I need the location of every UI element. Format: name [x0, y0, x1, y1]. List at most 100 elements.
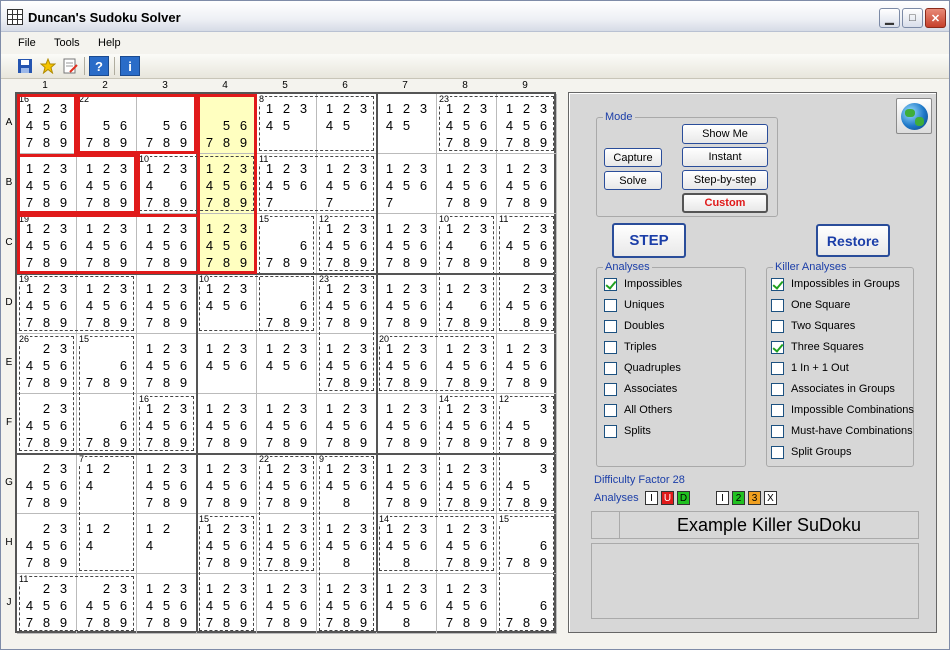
analysis-checkbox[interactable]: Impossibles	[604, 276, 682, 292]
sudoku-cell[interactable]: 123 456 789	[197, 454, 257, 514]
sudoku-cell[interactable]: 123 456 789	[137, 334, 197, 394]
sudoku-cell[interactable]: 123 456 789	[137, 214, 197, 274]
sudoku-cell[interactable]: 123 456 7	[377, 154, 437, 214]
checkbox-box[interactable]	[604, 382, 617, 396]
killer-analysis-checkbox[interactable]: Associates in Groups	[771, 381, 895, 397]
close-icon[interactable]: ✕	[925, 8, 946, 28]
analysis-checkbox[interactable]: Uniques	[604, 297, 664, 313]
menu-tools[interactable]: Tools	[54, 37, 80, 49]
sudoku-cell[interactable]: 12345	[377, 94, 437, 154]
sudoku-cell[interactable]: 123 456 789	[317, 334, 377, 394]
help-question-icon[interactable]: ?	[89, 56, 109, 76]
checkbox-box[interactable]	[604, 340, 617, 354]
sudoku-cell[interactable]: 123 456 789	[377, 454, 437, 514]
sudoku-cell[interactable]: 123 456 789	[257, 574, 317, 634]
sudoku-cell[interactable]: 123 456 789	[197, 394, 257, 454]
killer-analysis-checkbox[interactable]: Two Squares	[771, 318, 855, 334]
checkbox-box[interactable]	[604, 403, 617, 417]
sudoku-cell[interactable]: 23 456 789	[77, 574, 137, 634]
analysis-checkbox[interactable]: Quadruples	[604, 360, 681, 376]
sudoku-grid[interactable]: 1234567895678956789567891234512345123451…	[15, 92, 557, 634]
analysis-checkbox[interactable]: All Others	[604, 402, 672, 418]
killer-analysis-checkbox[interactable]: Impossible Combinations	[771, 402, 914, 418]
sudoku-cell[interactable]: 3 45789	[497, 454, 557, 514]
checkbox-box[interactable]	[771, 340, 784, 354]
sudoku-cell[interactable]: 124	[77, 454, 137, 514]
sudoku-cell[interactable]: 123 456 789	[77, 274, 137, 334]
title-bar[interactable]: Duncan's Sudoku Solver ▁ □ ✕	[1, 1, 949, 32]
checkbox-box[interactable]	[604, 319, 617, 333]
edit-document-icon[interactable]	[60, 56, 80, 76]
sudoku-cell[interactable]: 123 456 789	[497, 334, 557, 394]
checkbox-box[interactable]	[604, 424, 617, 438]
instant-button[interactable]: Instant	[682, 147, 768, 167]
sudoku-cell[interactable]: 123 456 789	[437, 454, 497, 514]
analysis-checkbox[interactable]: Triples	[604, 339, 657, 355]
sudoku-cell[interactable]: 123 456 789	[437, 514, 497, 574]
capture-button[interactable]: Capture	[604, 148, 662, 167]
checkbox-box[interactable]	[771, 445, 784, 459]
menu-file[interactable]: File	[18, 37, 36, 49]
sudoku-cell[interactable]: 123 456 789	[197, 154, 257, 214]
sudoku-cell[interactable]: 23 456 789	[17, 394, 77, 454]
restore-button[interactable]: Restore	[816, 224, 890, 257]
killer-analysis-checkbox[interactable]: One Square	[771, 297, 850, 313]
checkbox-box[interactable]	[771, 277, 784, 291]
menu-help[interactable]: Help	[98, 37, 121, 49]
sudoku-cell[interactable]: 123 456 789	[437, 574, 497, 634]
killer-analysis-checkbox[interactable]: Impossibles in Groups	[771, 276, 900, 292]
sudoku-cell[interactable]: 123 456 789	[437, 334, 497, 394]
sudoku-cell[interactable]: 123 456 789	[377, 214, 437, 274]
sudoku-cell[interactable]: 56 789	[197, 94, 257, 154]
sudoku-cell[interactable]: 123 456 789	[137, 274, 197, 334]
sudoku-cell[interactable]: 12345	[317, 94, 377, 154]
sudoku-cell[interactable]: 123 456 789	[257, 514, 317, 574]
sudoku-cell[interactable]: 23 456 789	[17, 514, 77, 574]
step-button[interactable]: STEP	[612, 223, 686, 258]
analysis-checkbox[interactable]: Splits	[604, 423, 651, 439]
sudoku-cell[interactable]: 123 456 789	[197, 214, 257, 274]
minimize-icon[interactable]: ▁	[879, 8, 900, 28]
sudoku-cell[interactable]: 12345	[257, 94, 317, 154]
sudoku-cell[interactable]: 123 456 789	[497, 154, 557, 214]
sudoku-cell[interactable]: 23 456 789	[17, 454, 77, 514]
solve-button[interactable]: Solve	[604, 171, 662, 190]
checkbox-box[interactable]	[771, 403, 784, 417]
sudoku-cell[interactable]: 123 456 789	[257, 394, 317, 454]
sudoku-cell[interactable]: 1234568	[317, 454, 377, 514]
sudoku-cell[interactable]: 123 456 7	[317, 154, 377, 214]
killer-analysis-checkbox[interactable]: Split Groups	[771, 444, 852, 460]
sudoku-cell[interactable]: 123 456 789	[137, 574, 197, 634]
analysis-checkbox[interactable]: Associates	[604, 381, 677, 397]
checkbox-box[interactable]	[604, 298, 617, 312]
checkbox-box[interactable]	[771, 361, 784, 375]
sudoku-cell[interactable]: 124	[137, 514, 197, 574]
custom-button[interactable]: Custom	[682, 193, 768, 213]
sudoku-cell[interactable]: 23 45689	[497, 274, 557, 334]
sudoku-cell[interactable]: 123 456 789	[197, 574, 257, 634]
sudoku-cell[interactable]: 6 789	[497, 574, 557, 634]
info-icon[interactable]: i	[120, 56, 140, 76]
sudoku-cell[interactable]: 123 456	[257, 334, 317, 394]
killer-analysis-checkbox[interactable]: Must-have Combinations	[771, 423, 913, 439]
sudoku-cell[interactable]: 123 456 789	[77, 154, 137, 214]
checkbox-box[interactable]	[771, 424, 784, 438]
checkbox-box[interactable]	[771, 319, 784, 333]
sudoku-cell[interactable]: 123 456 789	[17, 154, 77, 214]
sudoku-cell[interactable]: 123 456 789	[437, 154, 497, 214]
step-by-step-button[interactable]: Step-by-step	[682, 170, 768, 190]
sudoku-cell[interactable]: 123 456 789	[377, 394, 437, 454]
killer-analysis-checkbox[interactable]: 1 In + 1 Out	[771, 360, 849, 376]
show-me-button[interactable]: Show Me	[682, 124, 768, 144]
sudoku-cell[interactable]: 123 456 789	[377, 274, 437, 334]
killer-analysis-checkbox[interactable]: Three Squares	[771, 339, 864, 355]
favorite-star-icon[interactable]	[38, 56, 58, 76]
sudoku-cell[interactable]: 123 456 789	[77, 214, 137, 274]
sudoku-cell[interactable]: 1234568	[317, 514, 377, 574]
globe-icon[interactable]	[896, 98, 932, 134]
sudoku-cell[interactable]: 123 4 6 789	[437, 274, 497, 334]
save-icon[interactable]	[15, 56, 35, 76]
sudoku-cell[interactable]: 124	[77, 514, 137, 574]
sudoku-cell[interactable]: 6 789	[77, 394, 137, 454]
sudoku-cell[interactable]: 6 789	[257, 274, 317, 334]
